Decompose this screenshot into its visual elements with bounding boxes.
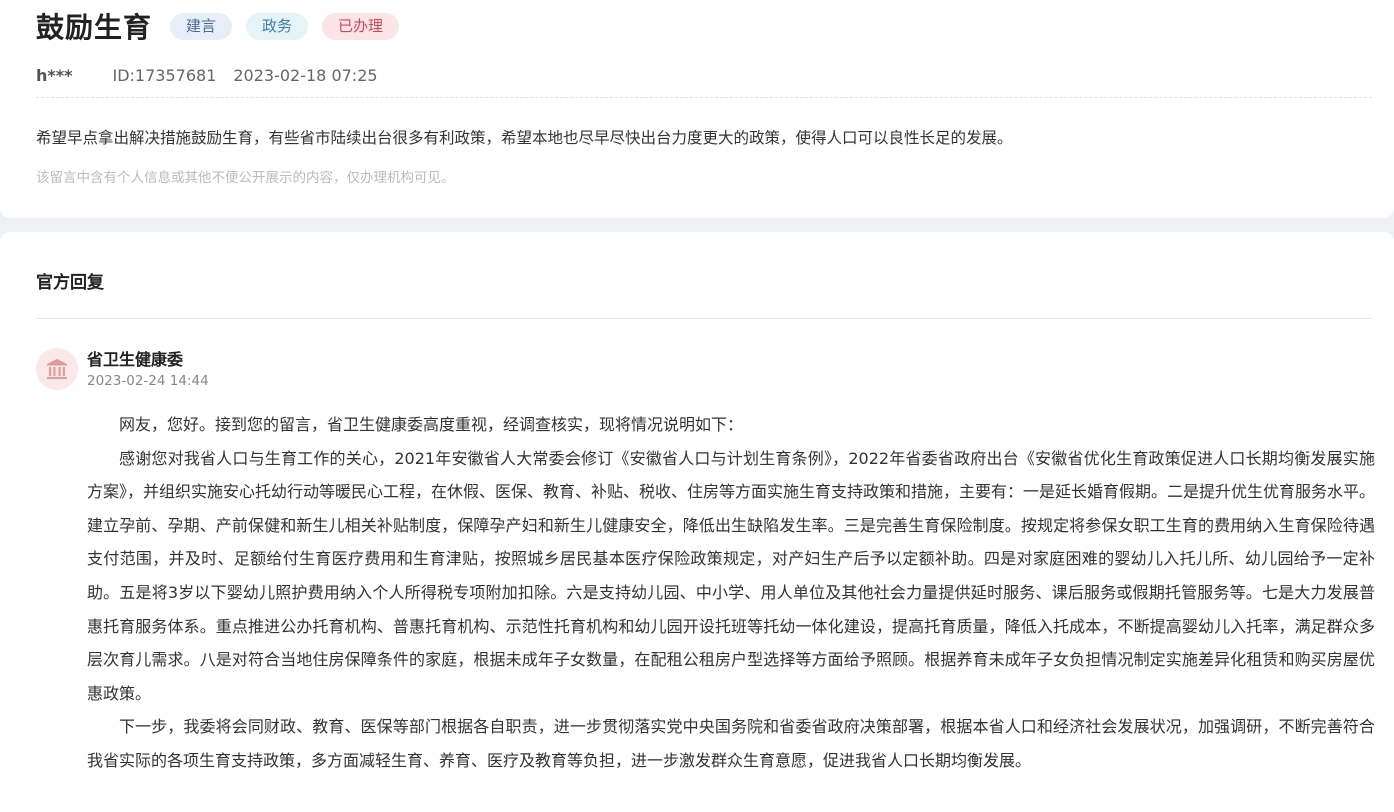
official-reply-card: 官方回复 省卫生健康委 2023-02-24 14:44 网友，您好。接到您的留… — [0, 232, 1394, 812]
post-meta: h*** ID:17357681 2023-02-18 07:25 — [36, 64, 378, 86]
reply-heading: 官方回复 — [36, 273, 104, 293]
divider — [36, 318, 1372, 319]
page-title: 鼓励生育 — [36, 11, 153, 44]
reply-paragraph: 下一步，我委将会同财政、教育、医保等部门根据各自职责，进一步贯彻落实党中央国务院… — [87, 717, 1375, 770]
government-building-icon-svg — [47, 359, 67, 379]
org-name: 省卫生健康委 — [87, 350, 184, 369]
tag-suggestion: 建言 — [170, 12, 233, 40]
post-id: ID:17357681 — [112, 65, 217, 85]
government-building-icon — [36, 348, 78, 390]
status-badge: 已办理 — [322, 12, 400, 40]
divider — [36, 97, 1372, 98]
message-card: 鼓励生育 建言 政务 已办理 h*** ID:17357681 2023-02-… — [0, 0, 1394, 218]
reply-paragraph: 感谢您对我省人口与生育工作的关心，2021年安徽省人大常委会修订《安徽省人口与计… — [87, 448, 1376, 703]
reply-body: 网友，您好。接到您的留言，省卫生健康委高度重视，经调查核实，现将情况说明如下： … — [87, 408, 1375, 778]
tag-government: 政务 — [246, 12, 309, 40]
title-row: 鼓励生育 建言 政务 已办理 — [36, 6, 413, 46]
author-name: h*** — [36, 65, 73, 85]
reply-paragraph: 网友，您好。接到您的留言，省卫生健康委高度重视，经调查核实，现将情况说明如下： — [119, 415, 744, 434]
privacy-notice: 该留言中含有个人信息或其他不便公开展示的内容，仅办理机构可见。 — [36, 170, 455, 186]
post-datetime: 2023-02-18 07:25 — [233, 65, 378, 85]
message-content: 希望早点拿出解决措施鼓励生育，有些省市陆续出台很多有利政策，希望本地也尽早尽快出… — [36, 129, 1013, 147]
reply-date: 2023-02-24 14:44 — [87, 373, 209, 389]
